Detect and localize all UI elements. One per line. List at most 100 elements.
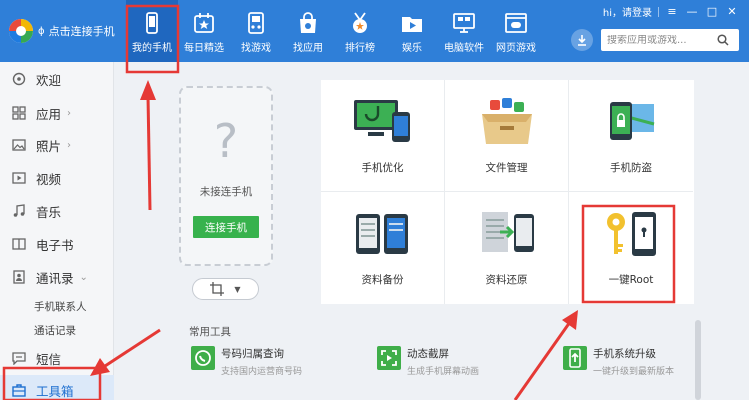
tool-data-restore[interactable]: 资料还原 — [445, 192, 569, 304]
common-tool-title: 手机系统升级 — [593, 348, 656, 360]
sidebar-item-sms[interactable]: 短信 — [0, 343, 114, 373]
tool-one-click-root[interactable]: 一键Root — [569, 192, 693, 304]
connect-phone-brand[interactable]: ϕ 点击连接手机 — [8, 18, 115, 44]
brand-label: 点击连接手机 — [48, 25, 115, 38]
download-icon — [578, 35, 586, 46]
file-box-icon — [481, 98, 532, 144]
common-tool-desc: 支持国内运营商号码 — [221, 367, 303, 377]
sidebar-item-label: 工具箱 — [36, 383, 74, 399]
music-note-icon — [13, 204, 25, 217]
close-icon[interactable]: ✕ — [725, 5, 739, 18]
main-panel: ? 未接连手机 连接手机 ▼ 手机优化 文件管理 手机防盗 资料备份 资料还原 … — [115, 62, 749, 400]
tab-daily-picks[interactable]: 每日精选 — [178, 0, 230, 62]
tool-data-backup[interactable]: 资料备份 — [321, 192, 445, 304]
question-mark-icon: ? — [213, 114, 239, 168]
menu-icon[interactable]: ≡ — [665, 5, 679, 18]
tab-label: 娱乐 — [402, 43, 422, 54]
tab-label: 网页游戏 — [496, 43, 536, 54]
tab-label: 电脑软件 — [444, 43, 484, 54]
screen-capture-icon — [377, 346, 401, 370]
sidebar-item-toolbox[interactable]: 工具箱 — [0, 375, 114, 400]
common-tool-desc: 一键升级到最新版本 — [593, 367, 675, 377]
maximize-icon[interactable]: □ — [705, 5, 719, 18]
common-tool-title: 号码归属查询 — [221, 348, 284, 360]
tool-label: 资料备份 — [361, 274, 404, 286]
sidebar-item-music[interactable]: 音乐 — [0, 196, 114, 226]
common-tool-dynamic-screenshot[interactable]: 动态截屏 生成手机屏幕动画 — [377, 346, 479, 377]
tool-grid: 手机优化 文件管理 手机防盗 资料备份 资料还原 一键Root — [321, 80, 694, 304]
tab-pc-software[interactable]: 电脑软件 — [438, 0, 490, 62]
sidebar-sub-call-log[interactable]: 通话记录 — [34, 323, 76, 338]
tab-label: 我的手机 — [132, 43, 172, 54]
login-link[interactable]: hi，请登录 — [603, 4, 652, 19]
sidebar-item-apps[interactable]: 应用 › — [0, 98, 114, 128]
tab-label: 每日精选 — [184, 43, 224, 54]
search-box — [601, 29, 739, 51]
tab-entertainment[interactable]: 娱乐 — [386, 0, 438, 62]
tool-file-manager[interactable]: 文件管理 — [445, 80, 569, 192]
tool-phone-optimize[interactable]: 手机优化 — [321, 80, 445, 192]
compass-icon — [12, 72, 26, 86]
tab-my-phone[interactable]: 我的手机 — [126, 0, 178, 62]
common-tool-desc: 生成手机屏幕动画 — [407, 367, 480, 377]
image-icon — [12, 139, 26, 151]
main-nav: 我的手机 每日精选 找游戏 找应用 排行榜 娱乐 电脑软件 网页游戏 — [126, 0, 542, 62]
sidebar-item-contacts[interactable]: 通讯录 ⌄ — [0, 262, 114, 292]
sidebar-item-label: 短信 — [36, 351, 62, 367]
phone-icon — [146, 12, 158, 34]
gamepad-icon — [248, 12, 264, 34]
sidebar-item-photos[interactable]: 照片 › — [0, 130, 114, 160]
calendar-star-icon — [194, 13, 214, 33]
phone-stethoscope-icon — [353, 100, 410, 142]
common-tools-title: 常用工具 — [189, 326, 231, 338]
search-input[interactable] — [607, 34, 717, 46]
chevron-right-icon: › — [67, 107, 72, 119]
connection-status: 未接连手机 — [199, 186, 253, 198]
sidebar: 欢迎 应用 › 照片 › 视频 音乐 电子书 通讯录 ⌄ 手机联系人 通话记录 … — [0, 62, 114, 400]
tab-find-games[interactable]: 找游戏 — [230, 0, 282, 62]
sidebar-item-welcome[interactable]: 欢迎 — [0, 64, 114, 94]
sidebar-item-videos[interactable]: 视频 — [0, 163, 114, 193]
screenshot-dropdown-button[interactable]: ▼ — [192, 278, 259, 300]
common-tool-number-lookup[interactable]: 号码归属查询 支持国内运营商号码 — [191, 346, 302, 377]
tab-web-games[interactable]: 网页游戏 — [490, 0, 542, 62]
folder-play-icon — [402, 17, 422, 32]
tool-phone-antitheft[interactable]: 手机防盗 — [569, 80, 693, 192]
minimize-icon[interactable]: — — [685, 5, 699, 18]
tab-find-apps[interactable]: 找应用 — [282, 0, 334, 62]
usb-icon: ϕ — [38, 25, 45, 37]
toolbox-icon — [12, 384, 26, 397]
contacts-icon — [13, 270, 25, 284]
sidebar-item-label: 应用 — [36, 106, 62, 122]
backup-icon — [355, 214, 408, 254]
tool-label: 一键Root — [608, 274, 654, 286]
video-icon — [12, 172, 26, 184]
monitor-icon — [453, 13, 475, 33]
divider — [658, 6, 659, 17]
restore-icon — [481, 212, 534, 252]
sidebar-item-label: 音乐 — [36, 204, 62, 220]
web-game-icon — [505, 13, 527, 33]
sidebar-item-label: 视频 — [36, 171, 62, 187]
phone-query-icon — [191, 346, 215, 370]
root-key-icon — [607, 212, 656, 256]
system-upgrade-icon — [563, 346, 587, 370]
top-bar: ϕ 点击连接手机 我的手机 每日精选 找游戏 找应用 排行榜 娱乐 电脑软件 网… — [0, 0, 749, 62]
tool-label: 手机优化 — [361, 162, 404, 174]
phone-placeholder-card: ? 未接连手机 连接手机 — [179, 86, 273, 266]
tab-rankings[interactable]: 排行榜 — [334, 0, 386, 62]
app-logo-icon — [9, 19, 33, 43]
search-icon[interactable] — [717, 34, 729, 46]
scrollbar[interactable] — [695, 320, 701, 400]
sidebar-item-label: 通讯录 — [36, 270, 74, 286]
chevron-down-icon: ⌄ — [79, 271, 88, 283]
connect-phone-button[interactable]: 连接手机 — [193, 216, 259, 238]
sidebar-sub-phone-contacts[interactable]: 手机联系人 — [34, 299, 87, 314]
tool-label: 资料还原 — [485, 274, 528, 286]
sidebar-item-label: 欢迎 — [36, 72, 62, 88]
sidebar-item-label: 照片 — [36, 138, 62, 154]
sidebar-item-ebooks[interactable]: 电子书 — [0, 229, 114, 259]
message-icon — [12, 352, 26, 365]
common-tool-system-upgrade[interactable]: 手机系统升级 一键升级到最新版本 — [563, 346, 674, 377]
download-button[interactable] — [571, 29, 593, 51]
